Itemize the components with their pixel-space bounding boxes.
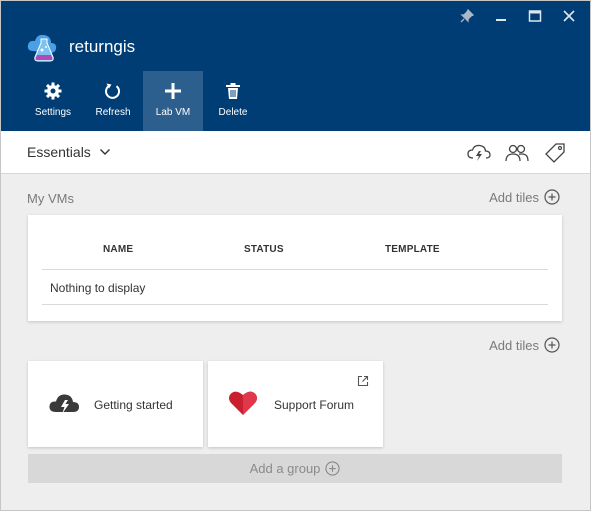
lab-vm-button[interactable]: Lab VM	[143, 71, 203, 131]
settings-label: Settings	[34, 107, 72, 118]
lab-blade: returngis Settings Refresh Lab VM Delete…	[0, 0, 591, 511]
pin-icon[interactable]	[450, 5, 484, 27]
add-tiles-button-vms[interactable]: Add tiles	[489, 189, 560, 205]
cloud-lightning-icon	[49, 394, 79, 414]
vm-list-card: NAME STATUS TEMPLATE Nothing to display	[28, 215, 562, 321]
delete-label: Delete	[218, 107, 248, 118]
empty-message: Nothing to display	[50, 281, 146, 295]
gear-icon	[43, 81, 63, 101]
close-icon[interactable]	[552, 5, 586, 27]
refresh-label: Refresh	[95, 107, 131, 118]
refresh-icon	[103, 81, 123, 101]
essentials-label: Essentials	[27, 144, 91, 160]
tile-getting-started[interactable]: Getting started	[28, 361, 203, 447]
heart-icon	[229, 391, 257, 415]
plus-circle-icon	[544, 189, 560, 205]
add-tiles-label: Add tiles	[489, 189, 539, 205]
add-group-label: Add a group	[249, 461, 321, 476]
refresh-button[interactable]: Refresh	[83, 71, 143, 131]
my-vms-title: My VMs	[27, 191, 74, 206]
users-icon[interactable]	[504, 140, 530, 166]
essentials-actions	[466, 140, 568, 166]
essentials-toggle[interactable]: Essentials	[27, 144, 111, 160]
divider	[42, 304, 548, 305]
plus-circle-icon	[325, 461, 341, 476]
cloud-lightning-icon[interactable]	[466, 140, 492, 166]
settings-button[interactable]: Settings	[23, 71, 83, 131]
trash-icon	[223, 81, 243, 101]
plus-icon	[163, 81, 183, 101]
lab-vm-label: Lab VM	[155, 107, 191, 118]
tag-icon[interactable]	[542, 140, 568, 166]
tile-label: Getting started	[94, 398, 173, 412]
external-link-icon[interactable]	[357, 375, 369, 387]
column-header-status[interactable]: STATUS	[244, 244, 284, 255]
add-tiles-label: Add tiles	[489, 337, 539, 353]
minimize-icon[interactable]	[484, 5, 518, 27]
plus-circle-icon	[544, 337, 560, 353]
essentials-bar: Essentials	[1, 131, 590, 174]
tile-support-forum[interactable]: Support Forum	[208, 361, 383, 447]
add-tiles-button-tiles[interactable]: Add tiles	[489, 337, 560, 353]
window-controls	[450, 5, 586, 27]
devtest-lab-logo-icon	[27, 34, 57, 62]
tile-label: Support Forum	[274, 398, 355, 412]
divider	[42, 269, 548, 270]
column-header-template[interactable]: TEMPLATE	[385, 244, 440, 255]
title-row: returngis	[25, 29, 135, 65]
delete-button[interactable]: Delete	[203, 71, 263, 131]
blade-header: returngis Settings Refresh Lab VM Delete	[1, 1, 590, 131]
maximize-icon[interactable]	[518, 5, 552, 27]
column-header-name[interactable]: NAME	[103, 244, 133, 255]
blade-title: returngis	[69, 37, 136, 56]
command-bar: Settings Refresh Lab VM Delete	[23, 71, 263, 131]
chevron-down-icon	[99, 149, 110, 155]
add-group-button[interactable]: Add a group	[28, 454, 562, 483]
